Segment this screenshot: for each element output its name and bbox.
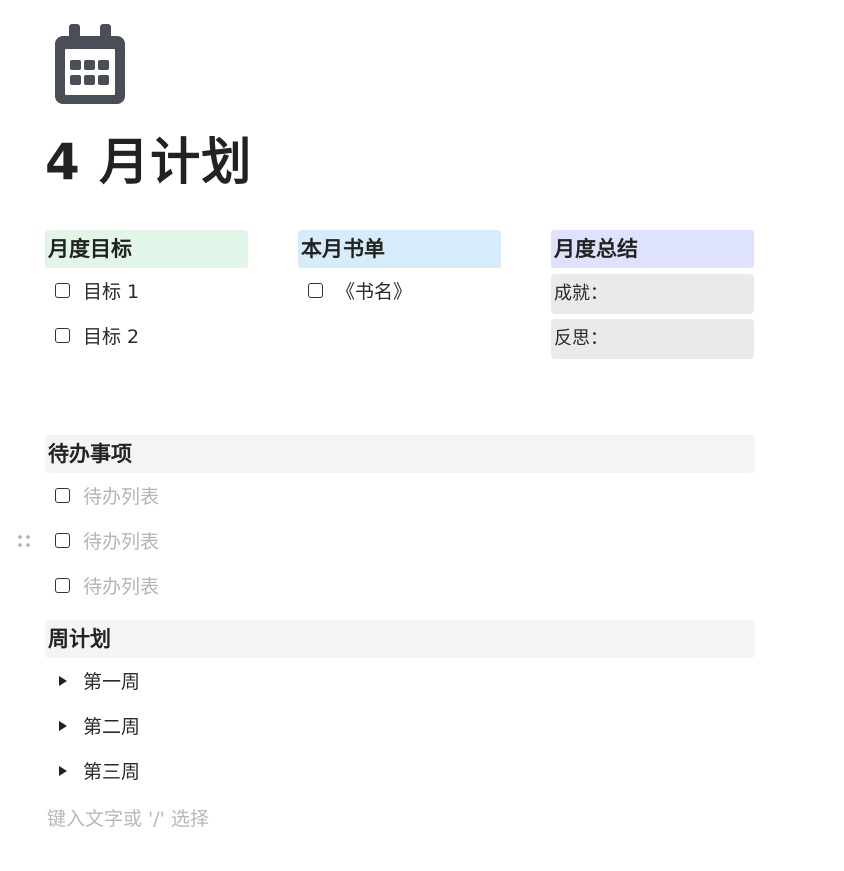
goal-item: 目标 1	[45, 268, 248, 313]
todo-heading[interactable]: 待办事项	[45, 435, 755, 473]
monthly-goals-column: 月度目标 目标 1 目标 2	[45, 230, 248, 358]
goal-checkbox[interactable]	[55, 328, 70, 343]
todo-item-placeholder[interactable]: 待办列表	[83, 572, 159, 599]
todo-section: 待办事项 待办列表 待办列表 待办列表	[18, 435, 755, 608]
drag-handle-icon[interactable]	[17, 534, 31, 548]
empty-block-input[interactable]: 键入文字或 '/' 选择	[47, 805, 209, 833]
monthly-summary-column: 月度总结 成就： 反思：	[551, 230, 754, 359]
todo-checkbox[interactable]	[55, 488, 70, 503]
reflection-callout[interactable]: 反思：	[551, 319, 754, 359]
calendar-icon[interactable]	[52, 22, 128, 108]
book-item-label[interactable]: 《书名》	[336, 277, 412, 304]
goal-item-label[interactable]: 目标 2	[83, 322, 139, 349]
toggle-triangle-icon[interactable]	[59, 720, 67, 731]
book-list-heading[interactable]: 本月书单	[298, 230, 501, 268]
todo-item-placeholder[interactable]: 待办列表	[83, 527, 159, 554]
todo-checkbox[interactable]	[55, 533, 70, 548]
page-title[interactable]: 4 月计划	[45, 130, 252, 194]
todo-checkbox[interactable]	[55, 578, 70, 593]
todo-item: 待办列表	[45, 563, 755, 608]
todo-item: 待办列表	[18, 518, 755, 563]
goal-item-label[interactable]: 目标 1	[83, 277, 139, 304]
book-list-column: 本月书单 《书名》	[298, 230, 501, 313]
notion-page: 4 月计划 月度目标 目标 1 目标 2 本月书单 《书名》 月度总结 成就： …	[0, 0, 844, 871]
week-label[interactable]: 第一周	[83, 667, 140, 694]
todo-item-placeholder[interactable]: 待办列表	[83, 482, 159, 509]
toggle-triangle-icon[interactable]	[59, 675, 67, 686]
book-checkbox[interactable]	[308, 283, 323, 298]
weekly-plan-section: 周计划 第一周 第二周 第三周	[45, 620, 755, 793]
week-label[interactable]: 第三周	[83, 757, 140, 784]
week-toggle[interactable]: 第一周	[45, 658, 755, 703]
goal-item: 目标 2	[45, 313, 248, 358]
toggle-triangle-icon[interactable]	[59, 765, 67, 776]
achievements-callout[interactable]: 成就：	[551, 274, 754, 314]
week-toggle[interactable]: 第三周	[45, 748, 755, 793]
book-item: 《书名》	[298, 268, 501, 313]
todo-item: 待办列表	[45, 473, 755, 518]
weekly-plan-heading[interactable]: 周计划	[45, 620, 755, 658]
monthly-goals-heading[interactable]: 月度目标	[45, 230, 248, 268]
monthly-summary-heading[interactable]: 月度总结	[551, 230, 754, 268]
week-label[interactable]: 第二周	[83, 712, 140, 739]
week-toggle[interactable]: 第二周	[45, 703, 755, 748]
goal-checkbox[interactable]	[55, 283, 70, 298]
